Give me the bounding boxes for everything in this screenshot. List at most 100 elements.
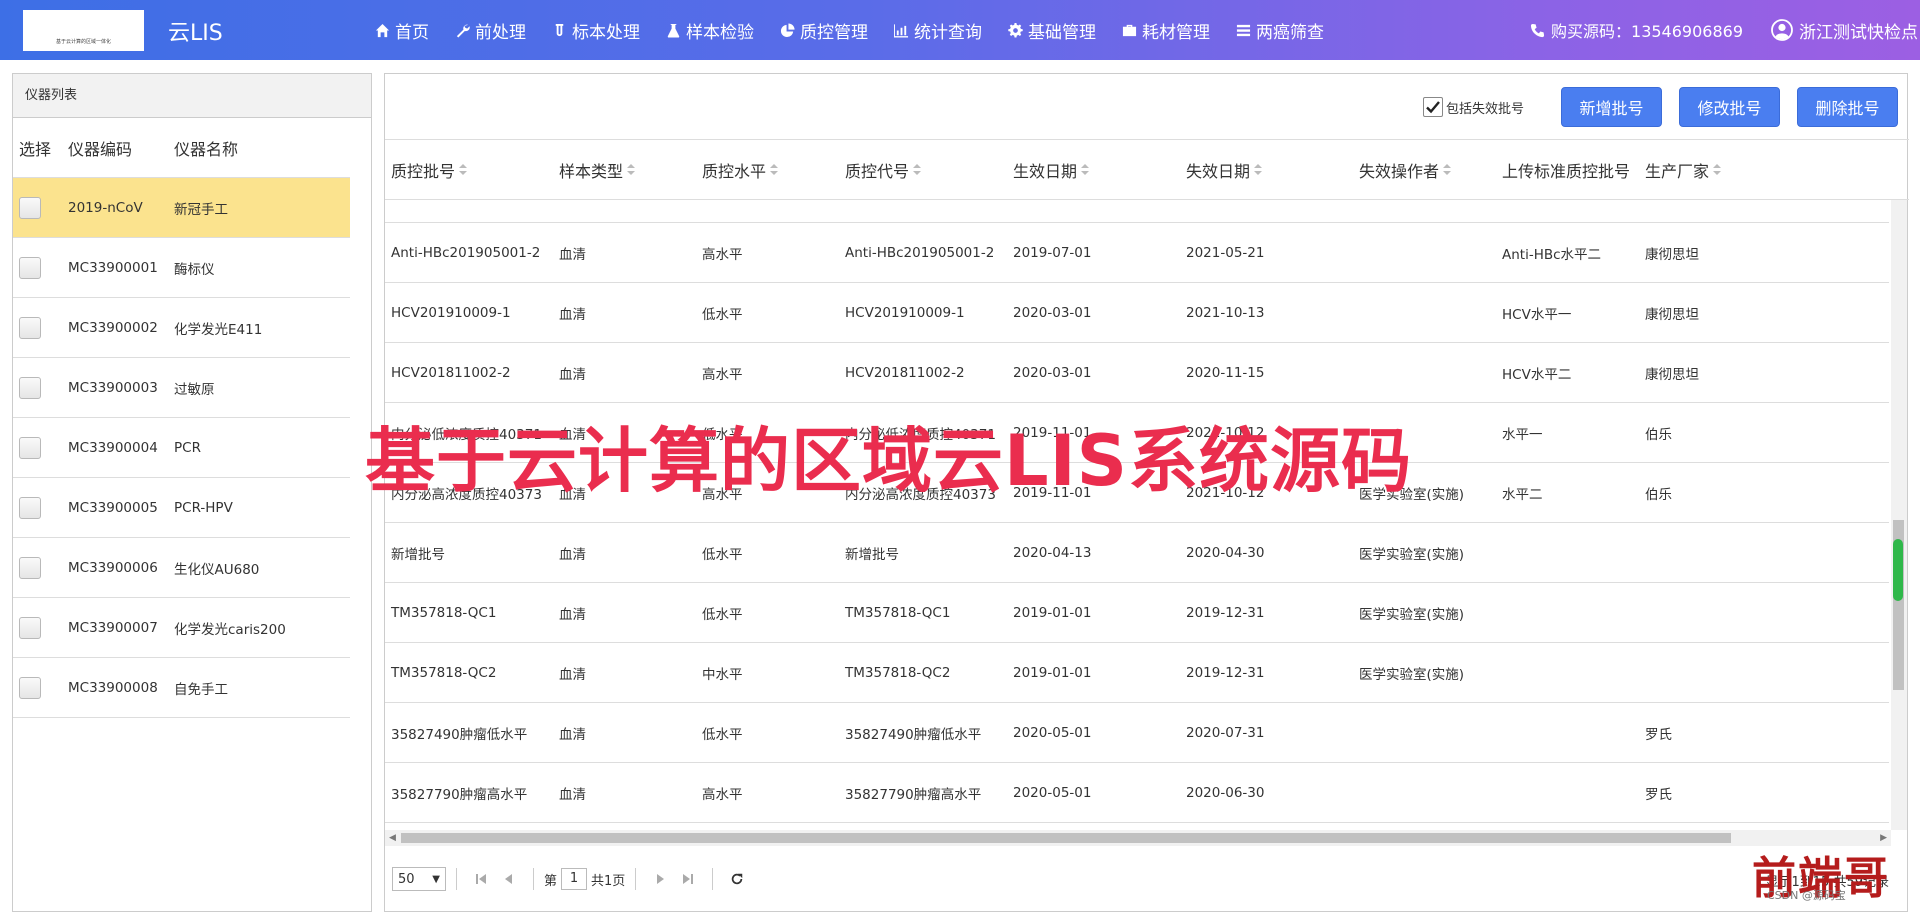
edit-lot-button[interactable]: 修改批号: [1679, 87, 1780, 127]
cell-sample-type: 血清: [559, 366, 586, 383]
col-header-label: 失效日期: [1186, 161, 1251, 181]
divider: [635, 868, 637, 890]
nav-specimen[interactable]: 标本处理: [552, 18, 640, 43]
horizontal-scroll-thumb[interactable]: [401, 833, 1731, 843]
nav-home[interactable]: 首页: [375, 18, 429, 43]
page-number-input[interactable]: 1: [561, 868, 588, 890]
table-row[interactable]: 新增批号 血清 低水平 新增批号 2020-04-13 2020-04-30 医学实验室(实…: [385, 523, 1889, 583]
col-header[interactable]: 质控代号: [839, 158, 1007, 182]
instrument-row[interactable]: MC33900001 酶标仪: [13, 238, 350, 298]
row-checkbox[interactable]: [19, 196, 41, 219]
instrument-name: 新冠手工: [174, 201, 228, 218]
col-header[interactable]: 质控批号: [385, 158, 553, 182]
instrument-row[interactable]: MC33900003 过敏原: [13, 358, 350, 418]
nav-consumables[interactable]: 耗材管理: [1122, 18, 1210, 43]
col-header-label: 质控批号: [391, 161, 456, 181]
instrument-row[interactable]: MC33900005 PCR-HPV: [13, 478, 350, 538]
cell-upload-standard-lot: HCV水平一: [1502, 306, 1572, 323]
next-page-icon[interactable]: [650, 869, 670, 889]
corner-watermark-credit: CSDN @源码宝: [1767, 889, 1846, 902]
table-row[interactable]: TM357818-QC2 血清 中水平 TM357818-QC2 2019-01-01 2…: [385, 643, 1889, 703]
col-header[interactable]: 样本类型: [553, 158, 696, 182]
nav-preprocess[interactable]: 前处理: [455, 18, 526, 43]
row-checkbox[interactable]: [19, 256, 41, 279]
gear-icon: [1008, 22, 1023, 37]
cell-manufacturer: 伯乐: [1645, 486, 1672, 503]
cell-qc-lot-no: 新增批号: [391, 546, 445, 563]
scroll-left-icon[interactable]: ◀: [389, 833, 396, 843]
refresh-icon[interactable]: [727, 869, 747, 889]
instrument-row[interactable]: MC33900004 PCR: [13, 418, 350, 478]
chevron-down-icon: ▼: [432, 873, 440, 885]
cell-sample-type: 血清: [559, 666, 586, 683]
cell-qc-code: HCV201811002-2: [845, 364, 965, 381]
buy-source-link[interactable]: 购买源码：13546906869: [1530, 18, 1743, 42]
vertical-scrollbar[interactable]: [1891, 200, 1907, 830]
col-header[interactable]: 生产厂家: [1639, 158, 1769, 182]
nav-sample-test[interactable]: 样本检验: [666, 18, 754, 43]
first-page-icon[interactable]: [471, 869, 491, 889]
table-row[interactable]: HCV201811002-2 血清 高水平 HCV201811002-2 2020-03…: [385, 343, 1889, 403]
qc-table-body: Anti-HBc201905001-2 血清 高水平 Anti-HBc20190500…: [385, 200, 1889, 830]
nav-qc[interactable]: 质控管理: [780, 18, 868, 43]
table-row[interactable]: TM357818-QC1 血清 低水平 TM357818-QC1 2019-01-01 2…: [385, 583, 1889, 643]
cell-effective-date: 2020-03-01: [1013, 364, 1092, 381]
instrument-row[interactable]: 2019-nCoV 新冠手工: [13, 178, 350, 238]
prev-page-icon[interactable]: [499, 869, 519, 889]
cell-qc-code: HCV201910009-1: [845, 304, 965, 321]
row-checkbox[interactable]: [19, 436, 41, 459]
instrument-code: MC33900005: [68, 499, 158, 516]
logo-text: 基于云计算的区域一体化: [55, 39, 111, 45]
row-checkbox[interactable]: [19, 556, 41, 579]
horizontal-scrollbar[interactable]: ◀ ▶: [385, 830, 1891, 846]
col-header[interactable]: 生效日期: [1007, 158, 1180, 182]
instrument-code: MC33900001: [68, 259, 158, 276]
table-row[interactable]: 35827490肿瘤低水平 血清 低水平 35827490肿瘤低水平 2020-05-0…: [385, 703, 1889, 763]
col-header-label: 失效操作者: [1359, 161, 1440, 181]
header-right: 购买源码：13546906869 浙江测试快检点: [1530, 0, 1920, 60]
cell-sample-type: 血清: [559, 606, 586, 623]
cell-qc-code: 35827790肿瘤高水平: [845, 786, 982, 803]
instrument-code: MC33900004: [68, 439, 158, 456]
table-row[interactable]: HCV201910009-1 血清 低水平 HCV201910009-1 2020-03…: [385, 283, 1889, 343]
row-checkbox[interactable]: [19, 616, 41, 639]
cell-qc-level: 低水平: [702, 726, 743, 743]
logo[interactable]: 基于云计算的区域一体化: [23, 10, 144, 51]
cell-qc-lot-no: 35827490肿瘤低水平: [391, 726, 528, 743]
nav-screening[interactable]: 两癌筛查: [1236, 18, 1324, 43]
nav-label: 样本检验: [686, 22, 754, 43]
cell-manufacturer: 罗氏: [1645, 786, 1672, 803]
cell-qc-code: TM357818-QC1: [845, 604, 951, 621]
user-menu[interactable]: 浙江测试快检点: [1771, 18, 1918, 43]
page-size-select[interactable]: 50 ▼: [392, 867, 446, 891]
row-checkbox[interactable]: [19, 376, 41, 399]
include-invalid-toggle[interactable]: 包括失效批号: [1423, 97, 1524, 117]
last-page-icon[interactable]: [678, 869, 698, 889]
include-invalid-checkbox[interactable]: [1423, 97, 1443, 117]
cell-upload-standard-lot: 水平一: [1502, 426, 1543, 443]
col-header[interactable]: 上传标准质控批号: [1496, 158, 1639, 182]
col-header[interactable]: 质控水平: [696, 158, 839, 182]
table-row[interactable]: Anti-HBc201905001-2 血清 高水平 Anti-HBc20190500…: [385, 223, 1889, 283]
instrument-row[interactable]: MC33900008 自免手工: [13, 658, 350, 718]
instrument-row[interactable]: MC33900002 化学发光E411: [13, 298, 350, 358]
delete-lot-button[interactable]: 删除批号: [1797, 87, 1898, 127]
sort-icon: [627, 164, 636, 175]
row-checkbox[interactable]: [19, 676, 41, 699]
cell-expiry-operator: 医学实验室(实施): [1359, 606, 1465, 623]
instrument-row[interactable]: MC33900007 化学发光caris200: [13, 598, 350, 658]
col-header[interactable]: 失效日期: [1180, 158, 1353, 182]
row-checkbox[interactable]: [19, 316, 41, 339]
page-total: 共1页: [591, 873, 626, 889]
add-lot-button[interactable]: 新增批号: [1561, 87, 1662, 127]
page-prefix: 第: [544, 873, 558, 889]
nav-statistics[interactable]: 统计查询: [894, 18, 982, 43]
col-header-label: 生效日期: [1013, 161, 1078, 181]
nav-label: 标本处理: [572, 22, 640, 43]
instrument-row[interactable]: MC33900006 生化仪AU680: [13, 538, 350, 598]
cell-sample-type: 血清: [559, 306, 586, 323]
nav-basic[interactable]: 基础管理: [1008, 18, 1096, 43]
col-header[interactable]: 失效操作者: [1353, 158, 1496, 182]
row-checkbox[interactable]: [19, 496, 41, 519]
table-row[interactable]: 35827790肿瘤高水平 血清 高水平 35827790肿瘤高水平 2020-05-0…: [385, 763, 1889, 823]
